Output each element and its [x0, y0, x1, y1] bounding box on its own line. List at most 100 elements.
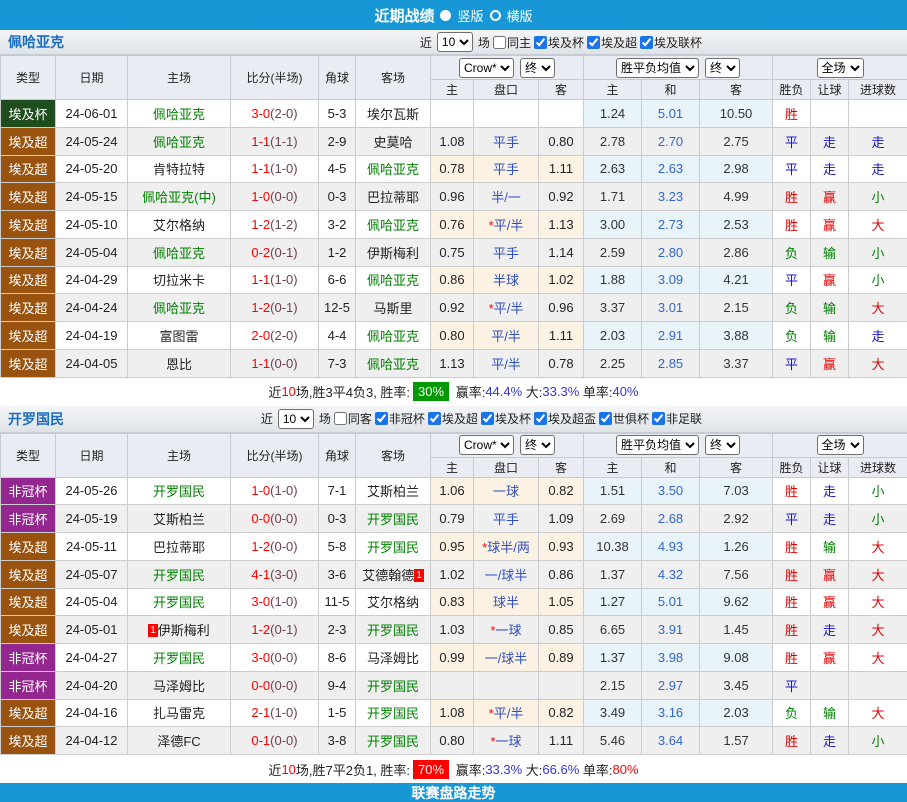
team-link[interactable]: 开罗国民 [367, 540, 419, 555]
team-link[interactable]: 开罗国民 [367, 623, 419, 638]
league-5-checkbox[interactable] [652, 412, 665, 425]
result-wdl-value: 负 [785, 329, 798, 344]
same-venue-checkbox[interactable] [334, 412, 347, 425]
league-3-checkbox[interactable] [534, 412, 547, 425]
league-3-filter[interactable]: 埃及超盃 [534, 410, 596, 427]
team-link[interactable]: 佩哈亚克 [367, 357, 419, 372]
team-link[interactable]: 佩哈亚克(中) [142, 190, 216, 205]
team-link[interactable]: 开罗国民 [153, 595, 205, 610]
team-link[interactable]: 艾德翰德 [362, 568, 414, 583]
avg-home-odds: 3.49 [584, 699, 642, 727]
team-link[interactable]: 开罗国民 [367, 512, 419, 527]
team-link[interactable]: 开罗国民 [367, 706, 419, 721]
avg-away-odds: 2.98 [700, 155, 773, 183]
team-link[interactable]: 伊斯梅利 [367, 246, 419, 261]
team-link[interactable]: 开罗国民 [367, 734, 419, 749]
odds-company-select[interactable]: Crow* [459, 435, 514, 455]
halftime-score: (2-0) [270, 106, 297, 121]
team-link[interactable]: 切拉米卡 [153, 273, 205, 288]
avg-odds-select[interactable]: 胜平负均值 [616, 435, 699, 455]
fulltime-select[interactable]: 全场 [817, 435, 864, 455]
vertical-layout-radio[interactable] [440, 10, 451, 21]
team-link[interactable]: 恩比 [166, 357, 192, 372]
avg-time-select[interactable]: 终 [705, 58, 740, 78]
team-link[interactable]: 开罗国民 [153, 651, 205, 666]
team-link[interactable]: 佩哈亚克 [153, 135, 205, 150]
league-2-checkbox[interactable] [481, 412, 494, 425]
team-link[interactable]: 泽德FC [157, 734, 200, 749]
result-goals-value: 大 [872, 218, 885, 233]
league-0-checkbox[interactable] [534, 36, 547, 49]
league-2-checkbox[interactable] [640, 36, 653, 49]
match-count-select[interactable]: 10 [437, 32, 473, 52]
odds-time-select[interactable]: 终 [520, 58, 555, 78]
corner-score: 9-4 [319, 671, 356, 699]
team-link[interactable]: 埃尔瓦斯 [367, 107, 419, 122]
avg-value: 3.91 [658, 622, 683, 637]
same-venue-filter[interactable]: 同客 [334, 410, 372, 427]
match-count-select[interactable]: 10 [278, 409, 314, 429]
team-link[interactable]: 伊斯梅利 [158, 623, 210, 638]
avg-value: 4.32 [658, 567, 683, 582]
team-link[interactable]: 巴拉蒂耶 [367, 190, 419, 205]
summary-segment: 场,胜3平4负3, 胜率: [296, 382, 410, 401]
horizontal-layout-label[interactable]: 横版 [507, 6, 533, 25]
league-1-checkbox[interactable] [428, 412, 441, 425]
team-link[interactable]: 马斯里 [373, 301, 412, 316]
league-0-checkbox[interactable] [375, 412, 388, 425]
team-link[interactable]: 马泽姆比 [367, 651, 419, 666]
team-link[interactable]: 艾尔格纳 [153, 218, 205, 233]
league-0-filter[interactable]: 埃及杯 [534, 34, 584, 51]
home-team-cell: 肯特拉特 [128, 155, 231, 183]
team-link[interactable]: 史莫哈 [373, 135, 412, 150]
team-link[interactable]: 佩哈亚克 [153, 301, 205, 316]
league-1-checkbox[interactable] [587, 36, 600, 49]
team-link[interactable]: 开罗国民 [367, 679, 419, 694]
team-link[interactable]: 佩哈亚克 [367, 162, 419, 177]
team-link[interactable]: 佩哈亚克 [367, 273, 419, 288]
league-1-filter[interactable]: 埃及超 [428, 410, 478, 427]
fulltime-select[interactable]: 全场 [817, 58, 864, 78]
same-venue-filter[interactable]: 同主 [493, 34, 531, 51]
fulltime-score: 4-1 [251, 567, 270, 582]
result-goals: 走 [849, 155, 907, 183]
league-1-filter[interactable]: 埃及超 [587, 34, 637, 51]
home-team-title[interactable]: 佩哈亚克 [0, 32, 64, 52]
league-4-checkbox[interactable] [599, 412, 612, 425]
away-team-title[interactable]: 开罗国民 [0, 409, 64, 429]
avg-away-odds: 1.26 [700, 533, 773, 561]
team-link[interactable]: 富图雷 [159, 329, 198, 344]
league-2-filter[interactable]: 埃及联杯 [640, 34, 702, 51]
league-5-filter[interactable]: 非足联 [652, 410, 702, 427]
match-row: 埃及超24-05-20肯特拉特1-1(1-0)4-5佩哈亚克0.78平手1.11… [1, 155, 907, 183]
league-4-filter[interactable]: 世俱杯 [599, 410, 649, 427]
avg-odds-select[interactable]: 胜平负均值 [616, 58, 699, 78]
team-link[interactable]: 巴拉蒂耶 [153, 540, 205, 555]
avg-value: 1.26 [723, 539, 748, 554]
result-goals-value: 大 [872, 623, 885, 638]
league-trend-link[interactable]: 联赛盘路走势 [412, 783, 496, 802]
team-link[interactable]: 佩哈亚克 [153, 246, 205, 261]
team-link[interactable]: 佩哈亚克 [367, 329, 419, 344]
team-link[interactable]: 扎马雷克 [153, 706, 205, 721]
team-link[interactable]: 开罗国民 [153, 484, 205, 499]
league-2-filter[interactable]: 埃及杯 [481, 410, 531, 427]
team-link[interactable]: 肯特拉特 [153, 162, 205, 177]
team-link[interactable]: 开罗国民 [153, 568, 205, 583]
same-venue-checkbox[interactable] [493, 36, 506, 49]
team-link[interactable]: 艾尔格纳 [367, 595, 419, 610]
horizontal-layout-radio[interactable] [490, 10, 501, 21]
team-link[interactable]: 马泽姆比 [153, 679, 205, 694]
team-link[interactable]: 艾斯柏兰 [367, 484, 419, 499]
team-link[interactable]: 佩哈亚克 [153, 107, 205, 122]
handicap-value: 一球 [496, 623, 522, 638]
team-link[interactable]: 佩哈亚克 [367, 218, 419, 233]
league-0-filter[interactable]: 非冠杯 [375, 410, 425, 427]
odds-company-select[interactable]: Crow* [459, 58, 514, 78]
avg-time-select[interactable]: 终 [705, 435, 740, 455]
odds-time-select[interactable]: 终 [520, 435, 555, 455]
team-link[interactable]: 艾斯柏兰 [153, 512, 205, 527]
avg-home-odds: 1.51 [584, 477, 642, 505]
bottom-bar[interactable]: 联赛盘路走势 [0, 783, 907, 802]
vertical-layout-label[interactable]: 竖版 [457, 6, 483, 25]
